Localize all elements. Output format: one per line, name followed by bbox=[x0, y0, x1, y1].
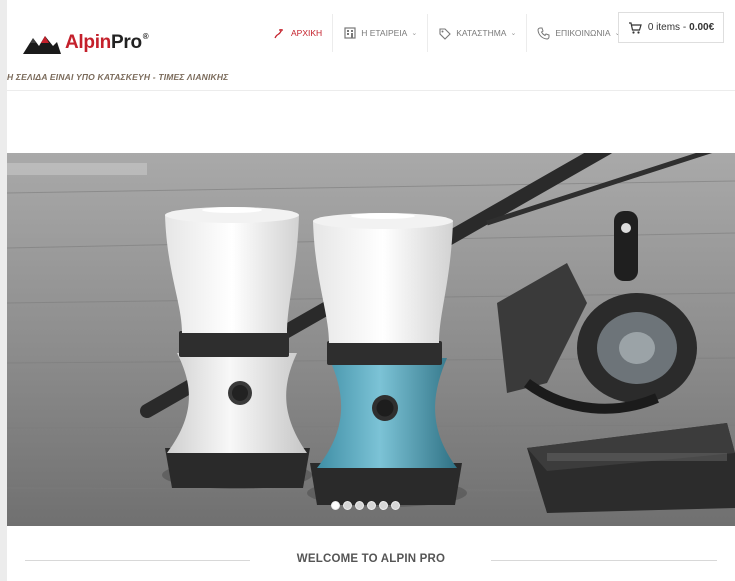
cart-button[interactable]: 0 items - 0.00€ bbox=[618, 12, 724, 43]
cart-icon bbox=[628, 21, 642, 35]
nav-item-home[interactable]: ΑΡΧΙΚΗ bbox=[263, 14, 332, 52]
nav-item-label: Η ΕΤΑΙΡΕΙΑ bbox=[361, 28, 408, 38]
phone-icon bbox=[537, 27, 550, 40]
slider-dot[interactable] bbox=[355, 501, 364, 510]
chevron-down-icon: ⌄ bbox=[510, 30, 517, 37]
slider-dot[interactable] bbox=[391, 501, 400, 510]
logo[interactable]: AlpinPro® bbox=[23, 30, 149, 56]
slider-dot[interactable] bbox=[379, 501, 388, 510]
cart-total: 0.00€ bbox=[689, 22, 715, 33]
chevron-down-icon: ⌄ bbox=[411, 30, 418, 37]
nav-item-company[interactable]: Η ΕΤΑΙΡΕΙΑ ⌄ bbox=[332, 14, 427, 52]
nav-item-label: ΕΠΙΚΟΙΝΩΝΙΑ bbox=[555, 28, 611, 38]
header-divider bbox=[7, 90, 735, 91]
mountain-logo-icon bbox=[23, 36, 61, 54]
hero-slider[interactable] bbox=[7, 153, 735, 526]
nav-item-label: ΑΡΧΙΚΗ bbox=[291, 28, 323, 38]
building-icon bbox=[343, 27, 356, 40]
home-icon bbox=[273, 27, 286, 40]
welcome-title: WELCOME TO ALPIN PRO bbox=[296, 553, 446, 565]
tag-icon bbox=[438, 27, 451, 40]
logo-text: AlpinPro® bbox=[65, 32, 149, 53]
slider-dot[interactable] bbox=[331, 501, 340, 510]
nav-item-shop[interactable]: ΚΑΤΑΣΤΗΜΑ ⌄ bbox=[427, 14, 526, 52]
welcome-section: WELCOME TO ALPIN PRO bbox=[7, 552, 735, 570]
slider-pagination bbox=[331, 501, 400, 510]
slider-dot[interactable] bbox=[367, 501, 376, 510]
main-nav: ΑΡΧΙΚΗ Η ΕΤΑΙΡΕΙΑ ⌄ ΚΑΤΑΣΤΗΜΑ ⌄ ΕΠΙΚΟΙΝΩ… bbox=[263, 14, 630, 52]
cart-count: 0 items - bbox=[647, 22, 687, 33]
nav-item-contact[interactable]: ΕΠΙΚΟΙΝΩΝΙΑ ⌄ bbox=[526, 14, 630, 52]
construction-notice: Η ΣΕΛΙΔΑ ΕΙΝΑΙ ΥΠΟ ΚΑΤΑΣΚΕΥΗ - ΤΙΜΕΣ ΛΙΑ… bbox=[7, 72, 229, 82]
nav-item-label: ΚΑΤΑΣΤΗΜΑ bbox=[456, 28, 507, 38]
slider-dot[interactable] bbox=[343, 501, 352, 510]
page: AlpinPro® Η ΣΕΛΙΔΑ ΕΙΝΑΙ ΥΠΟ ΚΑΤΑΣΚΕΥΗ -… bbox=[7, 0, 735, 581]
hero-image bbox=[7, 153, 735, 526]
